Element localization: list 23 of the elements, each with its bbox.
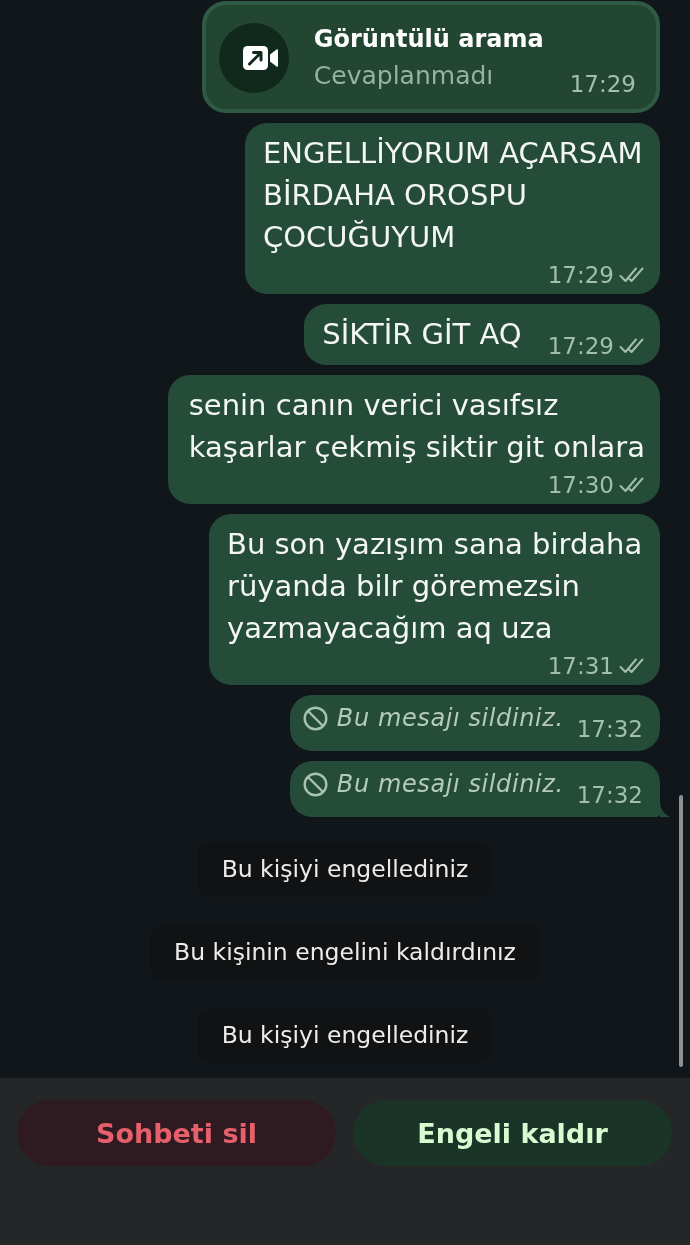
message-time: 17:29: [547, 262, 614, 288]
message-time: 17:29: [547, 333, 614, 359]
deleted-message-text: Bu mesajı sildiniz.: [336, 769, 564, 800]
message-time: 17:30: [547, 472, 614, 498]
delete-chat-button[interactable]: Sohbeti sil: [17, 1100, 336, 1166]
message-text: SİKTİR GİT AQ: [322, 316, 522, 353]
prohibited-icon: [302, 706, 328, 731]
message-time: 17:32: [576, 716, 643, 742]
unblock-button[interactable]: Engeli kaldır: [353, 1100, 672, 1166]
message-time: 17:29: [569, 71, 636, 97]
prohibited-icon: [302, 772, 328, 797]
message-time: 17:31: [547, 653, 614, 679]
message-time: 17:32: [576, 782, 643, 808]
video-camera-icon: [218, 23, 289, 93]
deleted-message-text: Bu mesajı sildiniz.: [336, 703, 564, 734]
call-status: Cevaplanmadı: [313, 60, 495, 92]
system-notice: Bu kişiyi engellediniz: [197, 842, 493, 897]
system-notice: Bu kişiyi engellediniz: [197, 1008, 493, 1063]
system-notice: Bu kişinin engelini kaldırdınız: [150, 925, 540, 980]
message-text: ENGELLİYORUM AÇARSAM BİRDAHA OROSPU ÇOCUĞUYUM: [263, 135, 644, 256]
message-text: senin canın verici vasıfsız kaşarlar çekmiş siktir git onlara: [188, 387, 645, 466]
message-text: Bu son yazışım sana birdaha rüyanda bilr göremezsin yazmayacağım aq uza: [227, 526, 644, 647]
call-title: Görüntülü arama: [313, 24, 544, 55]
